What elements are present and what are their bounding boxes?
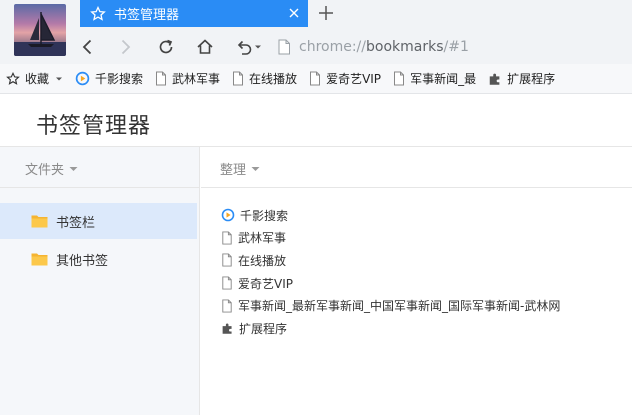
star-icon: [90, 5, 106, 21]
close-icon[interactable]: [286, 5, 302, 21]
bookmark-label: 千影搜索: [95, 72, 144, 86]
home-button[interactable]: [193, 35, 217, 59]
arrow-left-icon: [82, 39, 92, 55]
list-item[interactable]: 军事新闻_最新军事新闻_中国军事新闻_国际军事新闻-武林网: [221, 294, 560, 317]
bookmark-item[interactable]: 武林军事: [155, 68, 220, 90]
tab-bookmarks-manager[interactable]: 书签管理器: [80, 0, 308, 27]
folder-bookmarks-bar[interactable]: 书签栏: [0, 203, 197, 239]
new-tab-icon[interactable]: [316, 3, 336, 23]
url-path: /#1: [443, 39, 469, 55]
reload-button[interactable]: [154, 35, 178, 59]
bookmark-label: 爱奇艺VIP: [326, 72, 382, 86]
arrow-right-icon: [121, 39, 131, 55]
organize-divider: [201, 187, 632, 188]
browser-chrome: 书签管理器 chrome://bookmarks/#1: [0, 0, 632, 64]
list-item-label: 千影搜索: [240, 208, 289, 223]
undo-close-tab-button[interactable]: [231, 35, 265, 59]
url-host: bookmarks: [366, 39, 444, 55]
chevron-down-icon: [69, 166, 78, 171]
tab-title: 书签管理器: [114, 8, 180, 23]
organize-header: 整理: [220, 163, 247, 178]
list-item[interactable]: 爱奇艺VIP: [221, 272, 560, 295]
bookmark-item[interactable]: 军事新闻_最: [393, 68, 476, 90]
star-icon: [6, 71, 20, 85]
page-icon: [222, 231, 232, 245]
folders-pane: 文件夹 书签栏 其他书签: [0, 147, 200, 415]
folder-icon: [31, 215, 48, 228]
page-icon: [156, 71, 167, 86]
folder-label: 其他书签: [56, 253, 109, 269]
page-icon: [394, 71, 405, 86]
undo-icon: [237, 40, 252, 55]
back-button[interactable]: [76, 35, 100, 59]
bookmark-label: 在线播放: [249, 72, 298, 86]
chevron-down-icon: [255, 45, 261, 49]
bookmark-list: 千影搜索 武林军事 在线播放 爱奇艺VIP 军事新闻_最新军事新闻_中国军事新闻…: [221, 204, 560, 340]
page-title: 书签管理器: [36, 114, 152, 139]
page-icon: [222, 299, 232, 313]
organize-menu[interactable]: 整理: [220, 159, 260, 178]
reload-icon: [159, 39, 173, 54]
folders-menu[interactable]: 文件夹: [25, 159, 78, 178]
folder-other-bookmarks[interactable]: 其他书签: [0, 241, 197, 277]
chevron-down-icon: [251, 166, 260, 171]
url-text: chrome://bookmarks/#1: [299, 39, 469, 55]
bookmarks-bar: 收藏 千影搜索 武林军事 在线播放 爱奇艺VIP 军事新闻_最 扩展程序: [0, 64, 632, 94]
folders-header: 文件夹: [25, 163, 65, 178]
favorites-label: 收藏: [25, 72, 50, 86]
bookmark-item[interactable]: 在线播放: [232, 68, 297, 90]
list-item-label: 扩展程序: [239, 321, 288, 336]
home-icon: [197, 39, 213, 54]
list-item-label: 武林军事: [238, 231, 287, 246]
navigation-bar: chrome://bookmarks/#1: [72, 30, 632, 64]
page-icon: [278, 39, 290, 55]
page-icon: [222, 253, 232, 268]
url-scheme: chrome://: [299, 39, 366, 55]
list-item-label: 军事新闻_最新军事新闻_中国军事新闻_国际军事新闻-武林网: [238, 299, 561, 314]
page-icon: [222, 276, 232, 290]
chevron-down-icon: [56, 77, 63, 80]
favorites-menu[interactable]: 收藏: [6, 68, 63, 90]
folders-divider: [0, 187, 200, 188]
list-item-label: 在线播放: [238, 253, 287, 268]
list-item[interactable]: 武林军事: [221, 227, 560, 250]
list-item[interactable]: 扩展程序: [221, 317, 560, 340]
user-avatar[interactable]: [14, 4, 66, 56]
list-item[interactable]: 在线播放: [221, 249, 560, 272]
bookmark-item[interactable]: 扩展程序: [488, 68, 555, 90]
forward-button[interactable]: [113, 35, 137, 59]
page-icon: [310, 71, 321, 86]
bookmark-label: 军事新闻_最: [410, 72, 477, 86]
tab-strip: 书签管理器: [80, 0, 632, 27]
bookmark-item[interactable]: 千影搜索: [75, 68, 143, 90]
address-bar[interactable]: chrome://bookmarks/#1: [277, 34, 632, 60]
page-icon: [233, 71, 244, 86]
search-engine-icon: [221, 208, 235, 222]
bookmark-label: 武林军事: [172, 72, 221, 86]
folder-label: 书签栏: [56, 215, 96, 231]
puzzle-icon: [222, 323, 232, 334]
search-engine-icon: [75, 71, 90, 86]
puzzle-icon: [489, 73, 500, 85]
list-item[interactable]: 千影搜索: [221, 204, 560, 227]
bookmark-label: 扩展程序: [507, 72, 556, 86]
folder-icon: [31, 253, 48, 266]
bookmark-item[interactable]: 爱奇艺VIP: [309, 68, 381, 90]
sailboat-image: [14, 12, 66, 56]
list-item-label: 爱奇艺VIP: [238, 276, 293, 291]
